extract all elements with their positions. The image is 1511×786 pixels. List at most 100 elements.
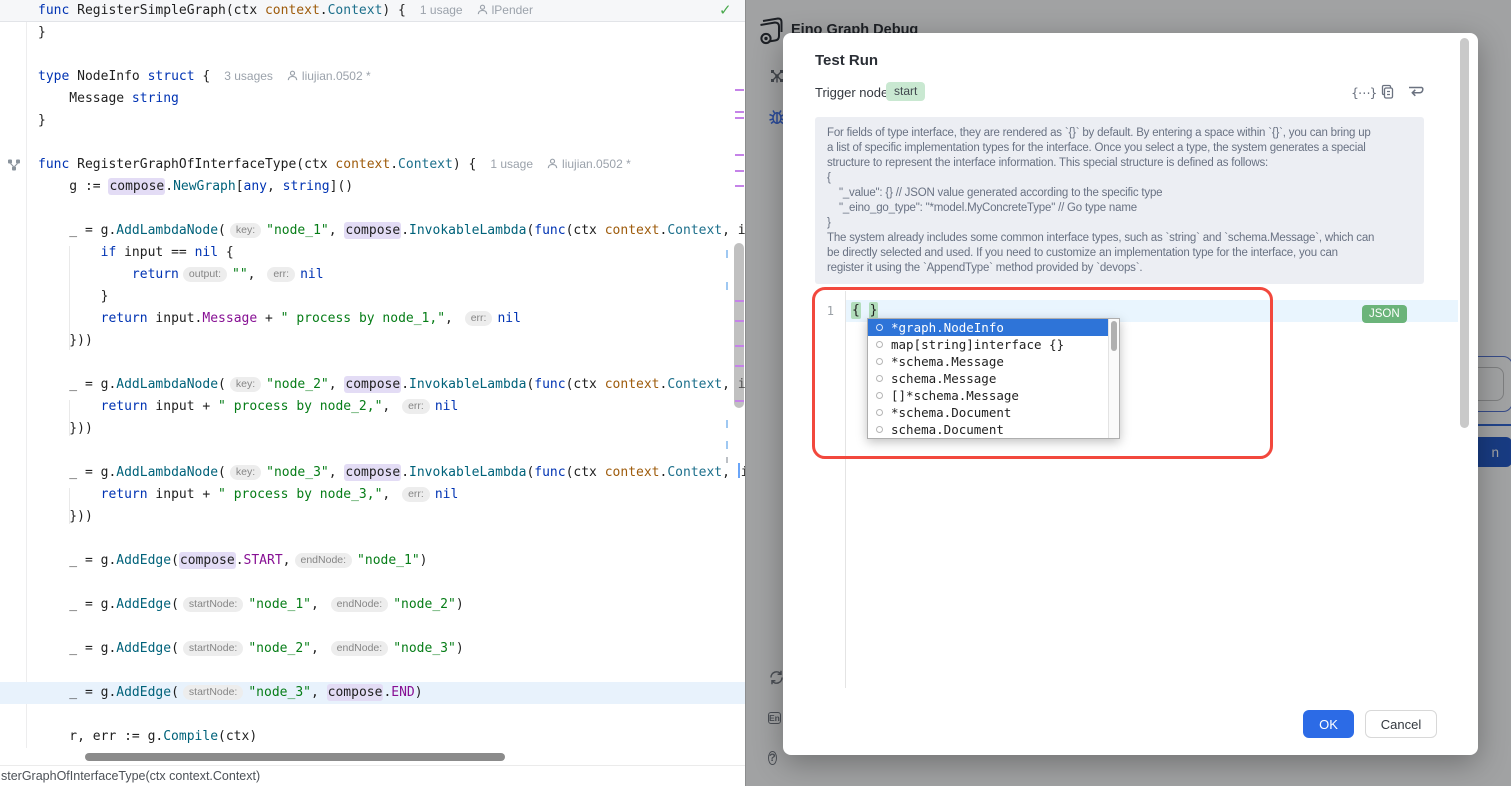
code-line[interactable]: })) <box>0 330 745 352</box>
code-line[interactable]: func RegisterGraphOfInterfaceType(ctx co… <box>0 154 745 176</box>
type-bullet-icon <box>876 409 883 416</box>
word-wrap-icon[interactable] <box>1406 84 1424 101</box>
code-line[interactable]: return input.Message + " process by node… <box>0 308 745 330</box>
type-bullet-icon <box>876 375 883 382</box>
author-hint[interactable]: lPender <box>477 3 533 17</box>
code-line[interactable]: _ = g.AddLambdaNode(key:"node_2", compos… <box>0 374 745 396</box>
vcs-change-marker <box>735 400 744 402</box>
code-token <box>38 245 101 260</box>
infobox-line: "_eino_go_type": "*model.MyConcreteType"… <box>827 201 1412 216</box>
code-line[interactable]: return input + " process by node_2,", er… <box>0 396 745 418</box>
code-token: ( <box>218 377 226 392</box>
author-hint[interactable]: liujian.0502 * <box>547 157 631 171</box>
analysis-marker <box>726 441 728 449</box>
code-token: Context <box>398 157 453 172</box>
usage-hint[interactable]: 1 usage <box>420 3 463 17</box>
infobox-line: } <box>827 216 1412 231</box>
code-line[interactable]: _ = g.AddEdge(compose.START,endNode:"nod… <box>0 550 745 572</box>
vcs-change-marker <box>735 345 744 347</box>
author-hint[interactable]: liujian.0502 * <box>287 69 371 83</box>
code-line[interactable]: type NodeInfo struct {3 usagesliujian.05… <box>0 66 745 88</box>
code-line[interactable]: _ = g.AddEdge(startNode:"node_1", endNod… <box>0 594 745 616</box>
dropdown-item[interactable]: schema.Message <box>868 370 1119 387</box>
code-token: , <box>722 465 738 480</box>
vcs-change-marker <box>735 170 744 172</box>
format-braces-icon[interactable]: {⋯} <box>1351 84 1369 101</box>
code-line[interactable]: return input + " process by node_3,", er… <box>0 484 745 506</box>
interface-help-infobox: For fields of type interface, they are r… <box>815 117 1424 284</box>
code-line[interactable] <box>0 44 745 66</box>
dropdown-item[interactable]: *schema.Document <box>868 404 1119 421</box>
code-token: ( <box>171 685 179 700</box>
code-line[interactable] <box>0 132 745 154</box>
dropdown-scrollbar[interactable] <box>1108 319 1119 438</box>
code-token: ) { <box>453 157 476 172</box>
editor-horizontal-scrollbar[interactable] <box>85 753 505 761</box>
editor-vertical-scrollbar[interactable] <box>734 243 744 408</box>
code-token: func <box>38 3 69 18</box>
code-line[interactable]: func RegisterSimpleGraph(ctx context.Con… <box>0 0 745 22</box>
code-line[interactable]: r, err := g.Compile(ctx) <box>0 726 745 748</box>
code-line[interactable] <box>0 660 745 682</box>
ok-button[interactable]: OK <box>1303 710 1354 738</box>
code-line[interactable]: if input == nil { <box>0 242 745 264</box>
dropdown-item[interactable]: map[string]interface {} <box>868 336 1119 353</box>
code-line[interactable] <box>0 704 745 726</box>
code-line[interactable]: _ = g.AddLambdaNode(key:"node_1", compos… <box>0 220 745 242</box>
code-line[interactable]: } <box>0 286 745 308</box>
code-line[interactable]: returnoutput:"", err:nil <box>0 264 745 286</box>
code-token: } <box>38 289 108 304</box>
code-token: "node_1" <box>266 223 329 238</box>
analysis-marker <box>726 250 728 258</box>
code-line[interactable] <box>0 198 745 220</box>
inlay-hint: err: <box>465 311 493 326</box>
code-token: . <box>390 157 398 172</box>
code-line[interactable] <box>0 572 745 594</box>
dropdown-item[interactable]: []*schema.Message <box>868 387 1119 404</box>
code-line[interactable]: })) <box>0 506 745 528</box>
code-token: "node_3" <box>393 641 456 656</box>
inlay-hint: err: <box>267 267 295 282</box>
code-token: Context <box>667 465 722 480</box>
dropdown-item-label: *schema.Message <box>891 354 1004 369</box>
code-line[interactable]: })) <box>0 418 745 440</box>
code-token: AddEdge <box>116 553 171 568</box>
code-editor[interactable]: func RegisterSimpleGraph(ctx context.Con… <box>0 0 745 786</box>
code-line[interactable]: _ = g.AddEdge(startNode:"node_3", compos… <box>0 682 745 704</box>
code-line[interactable]: _ = g.AddLambdaNode(key:"node_3", compos… <box>0 462 745 484</box>
usage-hint[interactable]: 3 usages <box>224 69 273 83</box>
code-token: })) <box>38 421 93 436</box>
dropdown-item[interactable]: *graph.NodeInfo <box>868 319 1119 336</box>
code-line[interactable] <box>0 440 745 462</box>
dropdown-item-label: schema.Message <box>891 371 996 386</box>
usage-hint[interactable]: 1 usage <box>490 157 533 171</box>
code-line[interactable]: } <box>0 22 745 44</box>
code-token: ) <box>456 597 464 612</box>
code-line[interactable]: Message string <box>0 88 745 110</box>
dialog-scrollbar[interactable] <box>1460 38 1469 428</box>
code-token: . <box>401 223 409 238</box>
dropdown-scrollbar-thumb[interactable] <box>1111 321 1117 351</box>
code-line[interactable] <box>0 616 745 638</box>
code-line[interactable]: g := compose.NewGraph[any, string]() <box>0 176 745 198</box>
code-token <box>38 487 101 502</box>
mini-editor-line-number: 1 <box>820 300 834 322</box>
cancel-button[interactable]: Cancel <box>1365 710 1437 738</box>
copy-icon[interactable] <box>1378 84 1396 101</box>
code-token: RegisterGraphOfInterfaceType(ctx <box>69 157 335 172</box>
dropdown-item[interactable]: *schema.Message <box>868 353 1119 370</box>
code-token: , <box>267 179 283 194</box>
dropdown-item[interactable]: schema.Document <box>868 421 1119 438</box>
code-line[interactable] <box>0 352 745 374</box>
code-token: nil <box>435 399 458 414</box>
code-line[interactable]: _ = g.AddEdge(startNode:"node_2", endNod… <box>0 638 745 660</box>
code-line[interactable] <box>0 528 745 550</box>
inspection-check-icon[interactable]: ✓ <box>719 0 732 21</box>
code-token: "node_2" <box>266 377 329 392</box>
vcs-change-marker <box>735 154 744 156</box>
graph-gutter-icon[interactable] <box>7 158 21 172</box>
code-token: context <box>335 157 390 172</box>
code-token: AddLambdaNode <box>116 377 218 392</box>
code-line[interactable]: } <box>0 110 745 132</box>
breadcrumb[interactable]: sterGraphOfInterfaceType(ctx context.Con… <box>1 769 260 783</box>
